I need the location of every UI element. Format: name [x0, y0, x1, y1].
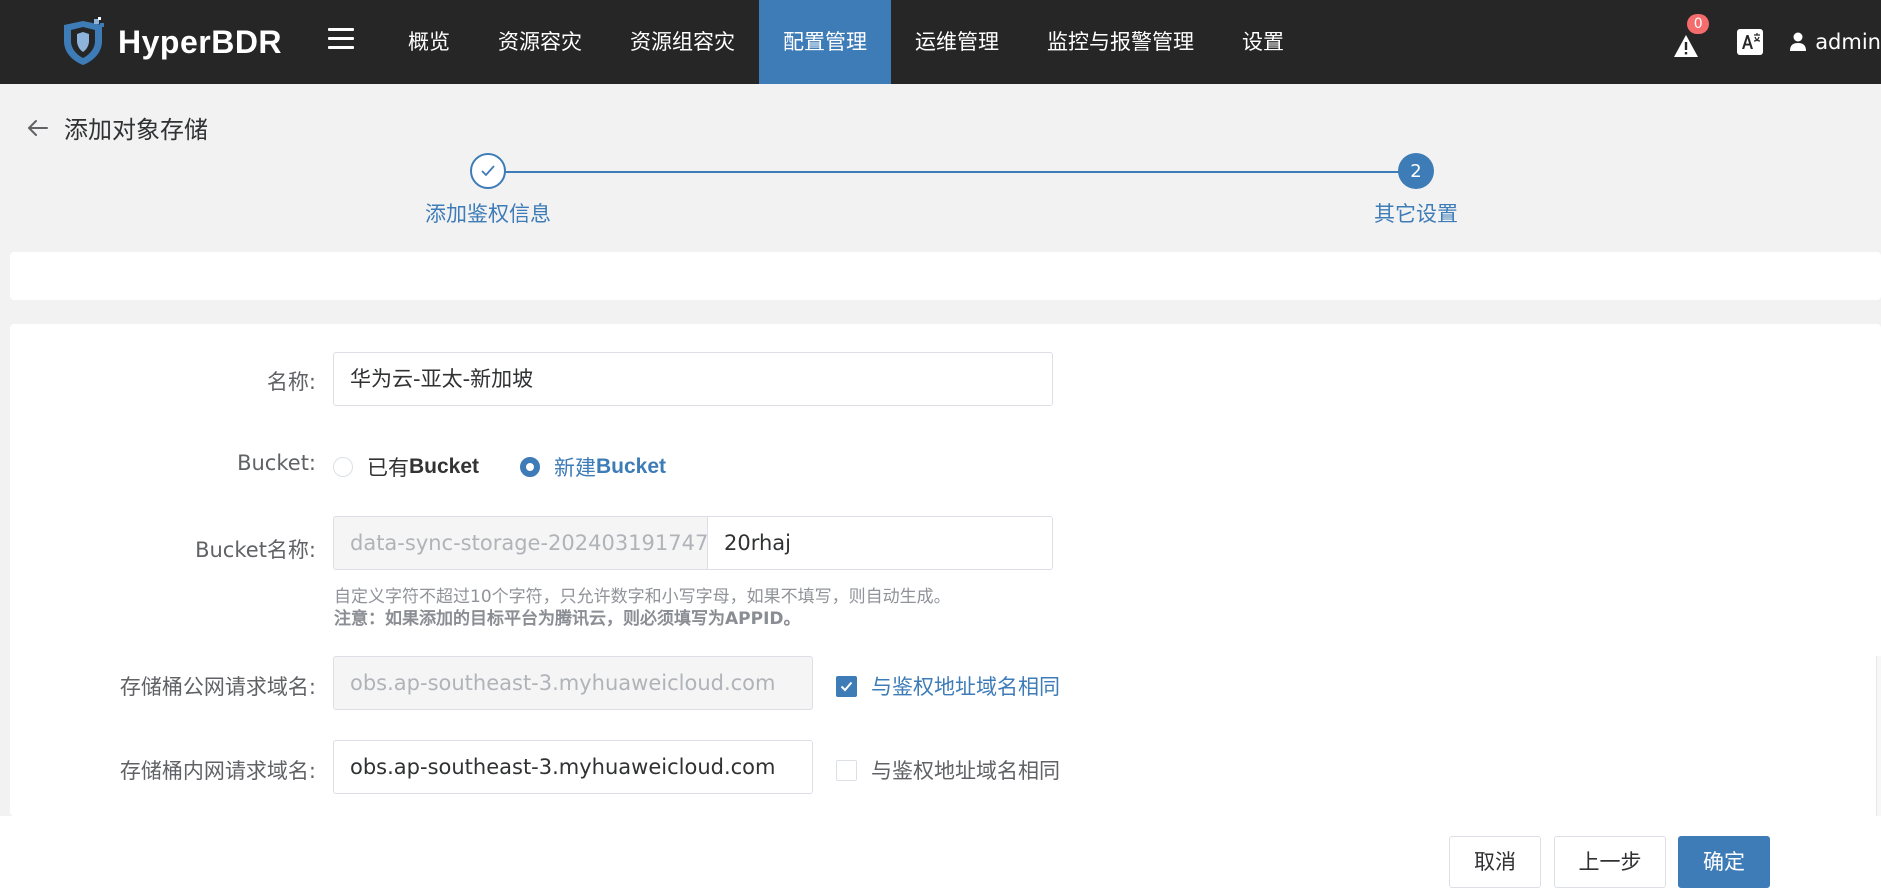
- logo[interactable]: HyperBDR: [58, 14, 282, 70]
- private-same-domain-checkbox[interactable]: 与鉴权地址域名相同: [836, 755, 1060, 785]
- name-input[interactable]: 华为云-亚太-新加坡: [333, 352, 1053, 406]
- page-title: 添加对象存储: [64, 116, 208, 144]
- nav-item-overview[interactable]: 概览: [384, 0, 474, 84]
- radio-existing-bucket-word: Bucket: [409, 455, 480, 478]
- user-menu[interactable]: admin: [1789, 30, 1881, 54]
- radio-new-bucket-word: Bucket: [596, 455, 667, 478]
- public-same-domain-checkbox[interactable]: 与鉴权地址域名相同: [836, 671, 1060, 701]
- radio-circle: [520, 457, 540, 477]
- public-domain-input: obs.ap-southeast-3.myhuaweicloud.com: [333, 656, 813, 710]
- public-same-domain-label: 与鉴权地址域名相同: [871, 675, 1060, 699]
- checkbox-box: [836, 675, 857, 697]
- prev-step-button[interactable]: 上一步: [1554, 836, 1666, 888]
- check-icon: [481, 165, 495, 177]
- nav-item-config-management[interactable]: 配置管理: [759, 0, 891, 84]
- page-header: 添加对象存储: [26, 110, 208, 145]
- checkmark-icon: [840, 681, 853, 691]
- step-1-label: 添加鉴权信息: [425, 202, 551, 226]
- top-right-tools: 0 admin: [1673, 0, 1881, 84]
- checkbox-box: [836, 759, 857, 781]
- private-domain-label: 存储桶内网请求域名:: [119, 759, 316, 783]
- shield-logo-icon: [64, 17, 104, 65]
- radio-circle: [333, 457, 353, 477]
- step-1-indicator: [470, 153, 506, 189]
- step-2-indicator: 2: [1398, 153, 1434, 189]
- name-label: 名称:: [266, 370, 316, 394]
- warning-icon: [1674, 35, 1699, 57]
- user-icon: [1790, 32, 1807, 51]
- private-domain-input[interactable]: obs.ap-southeast-3.myhuaweicloud.com: [333, 740, 813, 794]
- username: admin: [1815, 30, 1881, 54]
- nav-item-resource-dr[interactable]: 资源容灾: [474, 0, 606, 84]
- confirm-button[interactable]: 确定: [1678, 836, 1770, 888]
- top-navigation-bar: HyperBDR 概览 资源容灾 资源组容灾 配置管理 运维管理 监控与报警管理…: [0, 0, 1881, 84]
- radio-new-text: 新建: [554, 456, 596, 480]
- bucket-name-suffix-input[interactable]: 20rhaj: [707, 516, 1053, 570]
- scrollbar[interactable]: [1876, 656, 1881, 816]
- steps-progress-line: [488, 171, 1416, 173]
- alert-button[interactable]: 0: [1673, 14, 1710, 57]
- logo-text: HyperBDR: [118, 23, 283, 60]
- bucket-name-prefix: data-sync-storage-20240319174751-: [333, 516, 708, 570]
- cancel-button[interactable]: 取消: [1449, 836, 1541, 888]
- alert-count-badge: 0: [1687, 14, 1710, 34]
- private-same-domain-label: 与鉴权地址域名相同: [871, 759, 1060, 783]
- info-strip: [10, 252, 1881, 300]
- nav-item-resource-group-dr[interactable]: 资源组容灾: [606, 0, 759, 84]
- radio-existing-text: 已有: [367, 456, 409, 480]
- radio-existing-bucket[interactable]: 已有 Bucket: [333, 452, 479, 482]
- public-domain-label: 存储桶公网请求域名:: [119, 675, 316, 699]
- main-nav: 概览 资源容灾 资源组容灾 配置管理 运维管理 监控与报警管理 设置: [384, 0, 1308, 84]
- bucket-label: Bucket:: [237, 451, 316, 475]
- nav-item-ops-management[interactable]: 运维管理: [891, 0, 1023, 84]
- bucket-name-label: Bucket名称:: [195, 538, 316, 562]
- language-icon[interactable]: [1737, 29, 1764, 55]
- step-2-label: 其它设置: [1374, 202, 1458, 226]
- back-arrow-icon[interactable]: [26, 116, 50, 140]
- menu-toggle-icon[interactable]: [328, 28, 354, 52]
- bucket-name-note: 注意：如果添加的目标平台为腾讯云，则必须填写为APPID。: [334, 609, 801, 629]
- nav-item-monitoring-alerts[interactable]: 监控与报警管理: [1023, 0, 1218, 84]
- radio-new-bucket[interactable]: 新建 Bucket: [520, 452, 666, 482]
- nav-item-settings[interactable]: 设置: [1218, 0, 1308, 84]
